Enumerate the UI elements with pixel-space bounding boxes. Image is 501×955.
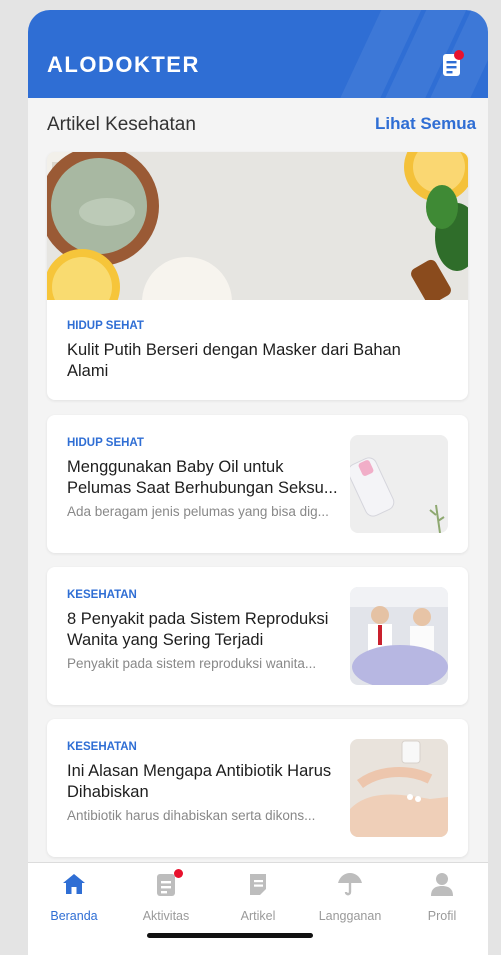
article-title: Menggunakan Baby Oil untuk Pelumas Saat …	[67, 458, 338, 497]
notification-badge	[174, 869, 183, 878]
tab-beranda[interactable]: Beranda	[28, 863, 120, 933]
home-icon	[63, 874, 85, 894]
article-thumbnail	[350, 587, 448, 685]
home-indicator	[147, 933, 313, 938]
tab-label: Artikel	[240, 909, 276, 923]
article-card[interactable]: KESEHATAN Ini Alasan Mengapa Antibiotik …	[47, 719, 468, 857]
article-title: Ini Alasan Mengapa Antibiotik Harus Diha…	[67, 762, 332, 801]
see-all-link[interactable]: Lihat Semua	[375, 114, 476, 134]
app-screen: ALODOKTER Artikel Kesehatan Lihat Semua	[28, 10, 488, 955]
tab-label: Profil	[427, 909, 457, 923]
section-title: Artikel Kesehatan	[47, 114, 196, 135]
bottom-tab-bar: Beranda Aktivitas Artikel Langganan Prof…	[28, 862, 488, 955]
tab-aktivitas[interactable]: Aktivitas	[120, 863, 212, 933]
profile-icon	[431, 873, 453, 896]
tab-profil[interactable]: Profil	[396, 863, 488, 933]
brand-logo: ALODOKTER	[47, 52, 200, 77]
tab-artikel[interactable]: Artikel	[212, 863, 304, 933]
app-header: ALODOKTER	[28, 10, 488, 98]
article-excerpt: Ada beragam jenis pelumas yang bisa dig.…	[67, 504, 329, 519]
article-card[interactable]: KESEHATAN 8 Penyakit pada Sistem Reprodu…	[47, 567, 468, 705]
article-excerpt: Antibiotik harus dihabiskan serta dikons…	[67, 808, 316, 823]
tab-label: Aktivitas	[142, 909, 190, 923]
featured-article-card[interactable]: HIDUP SEHAT Kulit Putih Berseri dengan M…	[47, 152, 468, 400]
tab-langganan[interactable]: Langganan	[304, 863, 396, 933]
article-card[interactable]: HIDUP SEHAT Menggunakan Baby Oil untuk P…	[47, 415, 468, 553]
article-excerpt: Penyakit pada sistem reproduksi wanita..…	[67, 656, 317, 671]
article-category: KESEHATAN	[67, 741, 137, 753]
article-icon	[250, 874, 266, 895]
article-thumbnail	[350, 739, 448, 837]
tab-label: Beranda	[50, 909, 98, 923]
article-thumbnail	[350, 435, 448, 533]
featured-article-image	[47, 152, 468, 300]
article-title: Kulit Putih Berseri dengan Masker dari B…	[67, 341, 401, 380]
article-category: HIDUP SEHAT	[67, 320, 144, 332]
tab-label: Langganan	[318, 909, 382, 923]
umbrella-icon	[338, 873, 362, 896]
notes-notification-icon[interactable]	[442, 50, 464, 78]
article-title: 8 Penyakit pada Sistem Reproduksi Wanita…	[67, 610, 329, 649]
article-category: HIDUP SEHAT	[67, 437, 144, 449]
article-category: KESEHATAN	[67, 589, 137, 601]
